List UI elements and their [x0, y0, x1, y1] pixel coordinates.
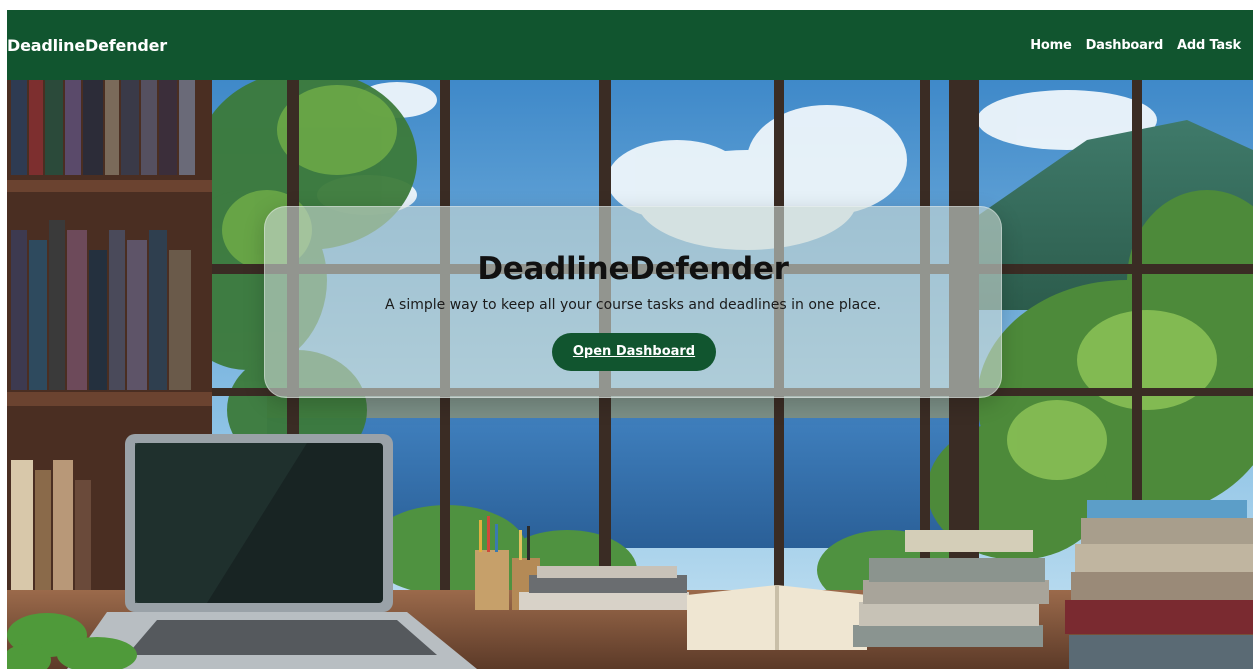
top-navbar: DeadlineDefender Home Dashboard Add Task	[7, 10, 1253, 80]
open-dashboard-button[interactable]: Open Dashboard	[552, 333, 716, 371]
page: DeadlineDefender Home Dashboard Add Task	[0, 0, 1253, 669]
nav-links: Home Dashboard Add Task	[1016, 38, 1241, 53]
hero-glass-card: DeadlineDefender A simple way to keep al…	[264, 206, 1002, 398]
nav-link-dashboard[interactable]: Dashboard	[1086, 38, 1164, 53]
nav-link-home[interactable]: Home	[1030, 38, 1072, 53]
hero-title: DeadlineDefender	[477, 251, 789, 287]
nav-link-add-task[interactable]: Add Task	[1177, 38, 1241, 53]
brand-logo[interactable]: DeadlineDefender	[7, 36, 167, 55]
hero-subtitle: A simple way to keep all your course tas…	[385, 297, 881, 313]
